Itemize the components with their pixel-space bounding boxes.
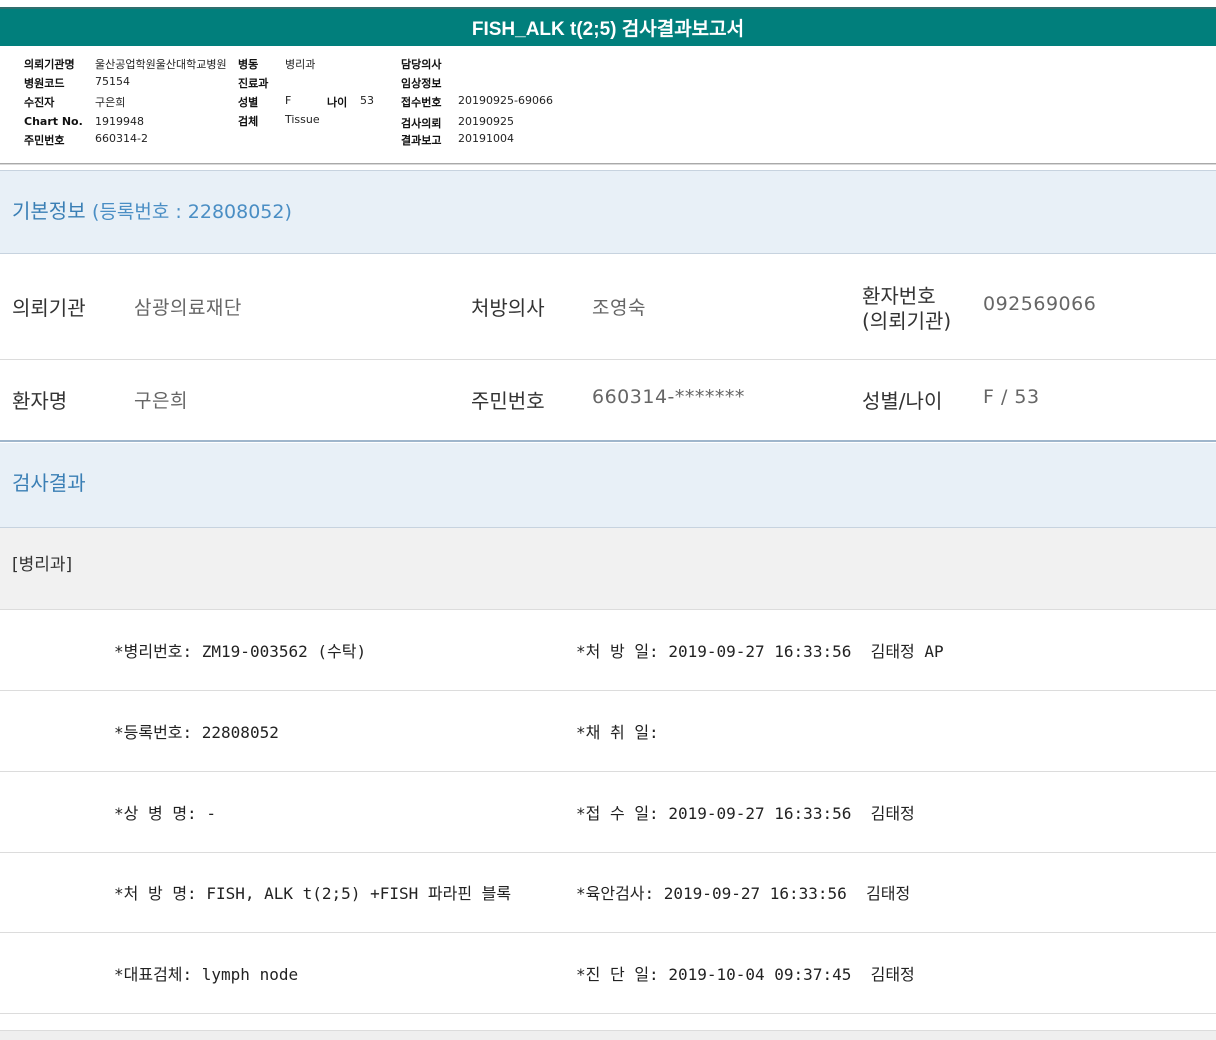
result-left: *등록번호: 22808052 [114, 723, 279, 742]
result-right: *육안검사: 2019-09-27 16:33:56 김태정 [576, 884, 911, 903]
header-label: Chart No. [24, 115, 83, 128]
result-left: *대표검체: lymph node [114, 965, 299, 984]
patient-number-label-sub: (의뢰기관) [862, 309, 952, 333]
header-divider [0, 163, 1216, 165]
header-value: F [285, 94, 292, 107]
header-label: 성별 [238, 96, 259, 109]
prescribing-doctor-value: 조영숙 [592, 297, 646, 319]
header-value: 울산공업학원울산대학교병원 [95, 58, 227, 71]
resident-number-value: 660314-******* [592, 386, 745, 408]
header-label: 병동 [238, 58, 259, 71]
header-label: 임상정보 [401, 77, 442, 90]
header-value: Tissue [285, 113, 320, 126]
basic-info-title: 기본정보 [12, 199, 86, 223]
basic-info-heading: 기본정보 (등록번호 : 22808052) [0, 170, 1216, 254]
patient-name-value: 구은희 [134, 390, 188, 412]
header-label: 수진자 [24, 96, 55, 109]
referring-institution-value: 삼광의료재단 [134, 297, 242, 319]
prescribing-doctor-label: 처방의사 [471, 296, 545, 320]
header-label: 담당의사 [401, 58, 442, 71]
header-value: 660314-2 [95, 132, 148, 145]
result-right: *진 단 일: 2019-10-04 09:37:45 김태정 [576, 965, 915, 984]
result-right: *채 취 일: [576, 723, 659, 742]
result-left: *처 방 명: FISH, ALK t(2;5) +FISH 파라핀 블록 [114, 884, 512, 903]
basic-info-row: 의뢰기관 삼광의료재단 처방의사 조영숙 환자번호 (의뢰기관) 0925690… [0, 254, 1216, 360]
header-label: 주민번호 [24, 134, 65, 147]
header-label: 나이 [327, 96, 348, 109]
result-row: *대표검체: lymph node *진 단 일: 2019-10-04 09:… [0, 933, 1216, 1014]
patient-name-label: 환자명 [12, 389, 68, 413]
header-label: 접수번호 [401, 96, 442, 109]
basic-info-row: 환자명 구은희 주민번호 660314-******* 성별/나이 F / 53 [0, 360, 1216, 442]
header-value: 20191004 [458, 132, 514, 145]
results-heading: 검사결과 [0, 443, 1216, 528]
result-row: *등록번호: 22808052 *채 취 일: [0, 691, 1216, 772]
patient-number-value: 092569066 [983, 293, 1097, 315]
results-title: 검사결과 [12, 471, 86, 495]
sex-age-value: F / 53 [983, 386, 1040, 408]
report-title: FISH_ALK t(2;5) 검사결과보고서 [0, 7, 1216, 46]
footer-strip [0, 1030, 1216, 1040]
header-label: 의뢰기관명 [24, 58, 75, 71]
sex-age-label: 성별/나이 [862, 389, 943, 413]
result-left: *상 병 명: - [114, 804, 216, 823]
header-info: 의뢰기관명 울산공업학원울산대학교병원 병원코드 75154 수진자 구은희 C… [0, 46, 1216, 164]
header-label: 병원코드 [24, 77, 65, 90]
registration-number: (등록번호 : 22808052) [91, 201, 292, 223]
header-value: 20190925-69066 [458, 94, 553, 107]
department-row: [병리과] [0, 528, 1216, 610]
result-right: *접 수 일: 2019-09-27 16:33:56 김태정 [576, 804, 915, 823]
resident-number-label: 주민번호 [471, 389, 545, 413]
header-value: 53 [360, 94, 374, 107]
header-value: 20190925 [458, 115, 514, 128]
header-label: 결과보고 [401, 134, 442, 147]
header-value: 구은희 [95, 96, 126, 109]
result-row: *병리번호: ZM19-003562 (수탁) *처 방 일: 2019-09-… [0, 610, 1216, 691]
header-label: 진료과 [238, 77, 269, 90]
header-label: 검사의뢰 [401, 117, 442, 130]
result-left: *병리번호: ZM19-003562 (수탁) [114, 642, 367, 661]
header-value: 75154 [95, 75, 130, 88]
header-value: 1919948 [95, 115, 144, 128]
header-value: 병리과 [285, 58, 316, 71]
result-right: *처 방 일: 2019-09-27 16:33:56 김태정 AP [576, 642, 944, 661]
result-row: *상 병 명: - *접 수 일: 2019-09-27 16:33:56 김태… [0, 772, 1216, 853]
result-row: *처 방 명: FISH, ALK t(2;5) +FISH 파라핀 블록 *육… [0, 852, 1216, 933]
header-label: 검체 [238, 115, 259, 128]
referring-institution-label: 의뢰기관 [12, 296, 86, 320]
